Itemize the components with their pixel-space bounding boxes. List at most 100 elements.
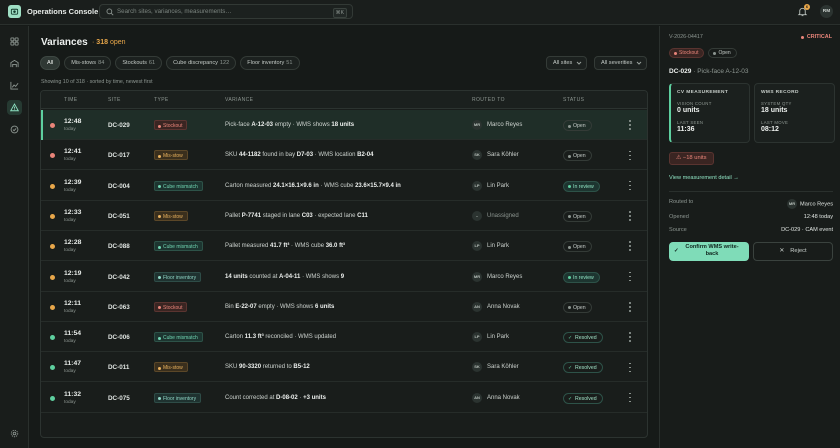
col-routed-to[interactable]: ROUTED TO [472, 97, 505, 103]
table-row[interactable]: 11:32 today DC-075 Floor inventory Count cor… [41, 383, 647, 413]
assignee-name: Sara Köhler [487, 364, 519, 371]
table-row[interactable]: 12:19 today DC-042 Floor inventory 14 units … [41, 262, 647, 292]
more-options-icon[interactable] [627, 271, 633, 283]
type-badge: Mis-stow [154, 362, 188, 373]
row-site: DC-006 [108, 334, 130, 342]
status-badge: In review [563, 180, 600, 192]
type-tag: Stockout [669, 48, 705, 58]
row-time: 12:19 [64, 269, 82, 277]
open-count: · 318 open [92, 39, 126, 46]
row-site: DC-004 [108, 182, 130, 190]
row-variance: SKU 44-1182 found in bay D7-03 · WMS loc… [225, 152, 374, 159]
table-row[interactable]: 11:54 today DC-006 Cube mismatch Carton 11.3… [41, 322, 647, 353]
col-type[interactable]: TYPE [154, 97, 169, 103]
showing-summary: Showing 10 of 318 · sorted by time, newe… [41, 79, 153, 85]
col-time[interactable]: TIME [64, 97, 78, 103]
wms-record-card: WMS RECORD SYSTEM QTY 18 units LAST MOVE… [754, 83, 835, 143]
system-qty: 18 units [761, 107, 788, 114]
chip-count: 122 [219, 60, 230, 66]
more-options-icon[interactable] [627, 392, 633, 404]
assignee-avatar: AN [472, 301, 482, 312]
user-avatar[interactable]: RM [820, 5, 833, 18]
alert-triangle-icon[interactable] [7, 100, 22, 115]
assignee-avatar: SK [472, 362, 482, 373]
settings-icon[interactable] [7, 426, 22, 441]
filter-chip-all[interactable]: All [40, 56, 61, 70]
type-badge: Mis-stow [154, 210, 188, 221]
more-options-icon[interactable] [627, 210, 633, 222]
table-header: TIME SITE TYPE VARIANCE ROUTED TO STATUS [41, 91, 647, 109]
table-row[interactable]: 12:11 today DC-063 Stockout Bin E-22-07 empt… [41, 292, 647, 322]
col-variance[interactable]: VARIANCE [225, 97, 253, 103]
chevron-down-icon [637, 61, 642, 65]
type-badge: Cube mismatch [154, 241, 203, 252]
assignee-avatar: SK [472, 150, 482, 161]
opened-value: 12:48 today [803, 214, 833, 220]
table-row[interactable]: 12:48 today DC-029 Stockout Pick-face A-12-0… [41, 110, 647, 140]
type-badge: Mis-stow [154, 150, 188, 161]
more-options-icon[interactable] [627, 119, 633, 131]
filter-chip-cube-discrepancy[interactable]: Cube discrepancy 122 [166, 56, 237, 70]
chip-label: All [47, 60, 54, 66]
confirm-writeback-button[interactable]: ✓ Confirm WMS write-back [669, 242, 749, 261]
sites-dropdown[interactable]: All sites [546, 56, 588, 70]
row-time: 12:39 [64, 178, 82, 186]
table-row[interactable]: 12:28 today DC-088 Cube mismatch Pallet meas… [41, 231, 647, 262]
severities-dropdown[interactable]: All severities [594, 56, 648, 70]
row-variance: Carton 11.3 ft³ reconciled · WMS updated [225, 334, 337, 341]
vision-count: 0 units [677, 107, 700, 114]
table-row[interactable]: 12:41 today DC-017 Mis-stow SKU 44-1182 foun… [41, 140, 647, 171]
row-site: DC-088 [108, 243, 130, 251]
search-placeholder: Search sites, variances, measurements… [117, 8, 232, 15]
filter-chip-floor-inventory[interactable]: Floor inventory 51 [240, 56, 300, 70]
more-options-icon[interactable] [627, 149, 633, 161]
measurement-detail-link[interactable]: View measurement detail → [669, 175, 739, 181]
row-site: DC-017 [108, 152, 130, 160]
status-badge: Open [563, 150, 592, 162]
more-options-icon[interactable] [627, 331, 633, 343]
dashboard-icon[interactable] [7, 34, 22, 49]
row-variance: Pallet measured 41.7 ft³ · WMS cube 36.0… [225, 243, 346, 250]
delta-value: −18 units [682, 155, 707, 161]
table-row[interactable]: 12:39 today DC-004 Cube mismatch Carton meas… [41, 171, 647, 201]
table-row[interactable]: 12:33 today DC-051 Mis-stow Pallet P-7741 st… [41, 201, 647, 231]
table-row[interactable]: 11:47 today DC-011 Mis-stow SKU 90-3320 retu… [41, 352, 647, 383]
filter-chip-mis-stows[interactable]: Mis-stows 84 [64, 56, 112, 70]
status-badge: Open [563, 241, 592, 253]
row-time: 12:41 [64, 148, 82, 156]
more-options-icon[interactable] [627, 240, 633, 252]
more-options-icon[interactable] [627, 180, 633, 192]
check-circle-icon[interactable] [7, 122, 22, 137]
row-day: today [64, 308, 76, 314]
link-label: View measurement detail [669, 175, 732, 181]
warehouse-icon[interactable] [7, 56, 22, 71]
reject-button[interactable]: ✕ Reject [753, 242, 833, 261]
search-input[interactable]: Search sites, variances, measurements… ⌘… [99, 4, 353, 19]
row-variance: Carton measured 24.1×16.1×9.6 in · WMS c… [225, 182, 401, 189]
more-options-icon[interactable] [627, 361, 633, 373]
filter-chip-stockouts[interactable]: Stockouts 61 [115, 56, 163, 70]
page-title: Variances [41, 37, 88, 48]
last-seen: 11:36 [677, 126, 695, 133]
chip-count: 51 [286, 60, 293, 66]
logo-icon[interactable] [8, 5, 21, 18]
assignee-avatar: MR [472, 271, 482, 282]
chip-label: Floor inventory [247, 60, 285, 66]
status-badge: Resolved [563, 392, 603, 404]
severity-dot [50, 274, 55, 280]
col-status[interactable]: STATUS [563, 97, 584, 103]
severity-dot [50, 365, 55, 371]
more-options-icon[interactable] [627, 301, 633, 313]
source-row: Source DC-029 · CAM event [669, 227, 833, 237]
assignee-name[interactable]: Marco Reyes [800, 201, 833, 207]
assignee-name: Sara Köhler [487, 152, 519, 159]
delta-badge: ⚠ −18 units [669, 152, 714, 165]
cv-measurement-card: CV MEASUREMENT VISION COUNT 0 units LAST… [669, 83, 750, 143]
row-day: today [64, 399, 76, 405]
assignee-avatar: AN [472, 392, 482, 403]
status-badge: Open [563, 210, 592, 222]
severity-dot [50, 335, 55, 341]
analytics-icon[interactable] [7, 78, 22, 93]
chip-count: 61 [148, 60, 156, 66]
col-site[interactable]: SITE [108, 97, 121, 103]
